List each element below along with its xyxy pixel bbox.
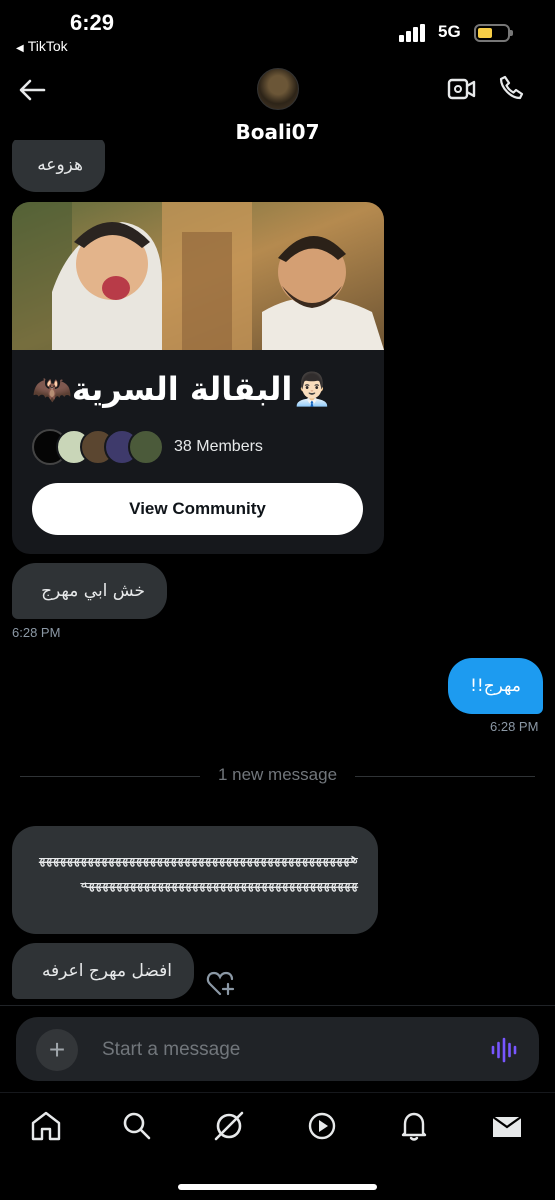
clock: 6:29 (70, 10, 115, 35)
message-list[interactable]: هزوعه 👨🏻‍💼البقالة السرية (0, 140, 555, 1005)
home-indicator (178, 1184, 377, 1190)
community-title: 👨🏻‍💼البقالة السرية🦇 (32, 370, 333, 408)
message-bubble[interactable]: هزوعه (12, 140, 105, 192)
back-triangle-icon: ◀ (16, 43, 24, 54)
community-invite-card[interactable]: 👨🏻‍💼البقالة السرية🦇 38 Members View Comm… (12, 202, 384, 554)
new-message-divider: 1 new message (20, 765, 535, 784)
add-reaction-heart-icon[interactable] (206, 970, 236, 998)
message-bubble[interactable]: افضل مهرج اعرفه (12, 943, 194, 999)
messages-envelope-icon[interactable] (490, 1109, 524, 1143)
grok-icon[interactable] (212, 1109, 246, 1143)
message-text: هزوعه (37, 155, 83, 175)
video-call-icon[interactable] (447, 76, 477, 102)
message-timestamp: 6:28 PM (490, 719, 539, 734)
video-tab-icon[interactable] (305, 1109, 339, 1143)
back-to-app-link[interactable]: ◀ TikTok (16, 38, 68, 54)
message-text: افضل مهرج اعرفه (41, 961, 172, 981)
community-members[interactable]: 38 Members (32, 428, 263, 466)
back-arrow-icon[interactable] (18, 78, 46, 102)
notifications-bell-icon[interactable] (397, 1109, 431, 1143)
message-bubble-sent[interactable]: مهرج!! (448, 658, 543, 714)
composer-divider (0, 1005, 555, 1006)
community-cover-image (12, 202, 384, 350)
battery-icon (474, 24, 513, 42)
status-bar: 6:29 ◀ TikTok 5G (0, 0, 555, 62)
message-text: خش ابي مهرج (41, 581, 145, 601)
new-message-label: 1 new message (217, 765, 338, 784)
contact-avatar[interactable] (257, 68, 299, 110)
message-bubble[interactable]: هههههههههههههههههههههههههههههههههههههههه… (12, 826, 378, 934)
member-avatar (128, 429, 164, 465)
signal-icon (399, 24, 427, 42)
add-attachment-button[interactable]: + (36, 1029, 78, 1071)
message-composer: + (16, 1017, 539, 1081)
message-bubble[interactable]: خش ابي مهرج (12, 563, 167, 619)
member-count: 38 Members (174, 438, 263, 455)
message-input[interactable] (102, 1031, 472, 1069)
phone-call-icon[interactable] (498, 74, 526, 102)
view-community-button[interactable]: View Community (32, 483, 363, 535)
message-timestamp: 6:28 PM (12, 625, 61, 640)
search-icon[interactable] (120, 1109, 154, 1143)
voice-message-icon[interactable] (490, 1037, 518, 1063)
back-app-label: TikTok (27, 38, 68, 54)
home-icon[interactable] (29, 1109, 63, 1143)
network-type: 5G (438, 22, 461, 41)
message-text: مهرج!! (470, 676, 521, 696)
